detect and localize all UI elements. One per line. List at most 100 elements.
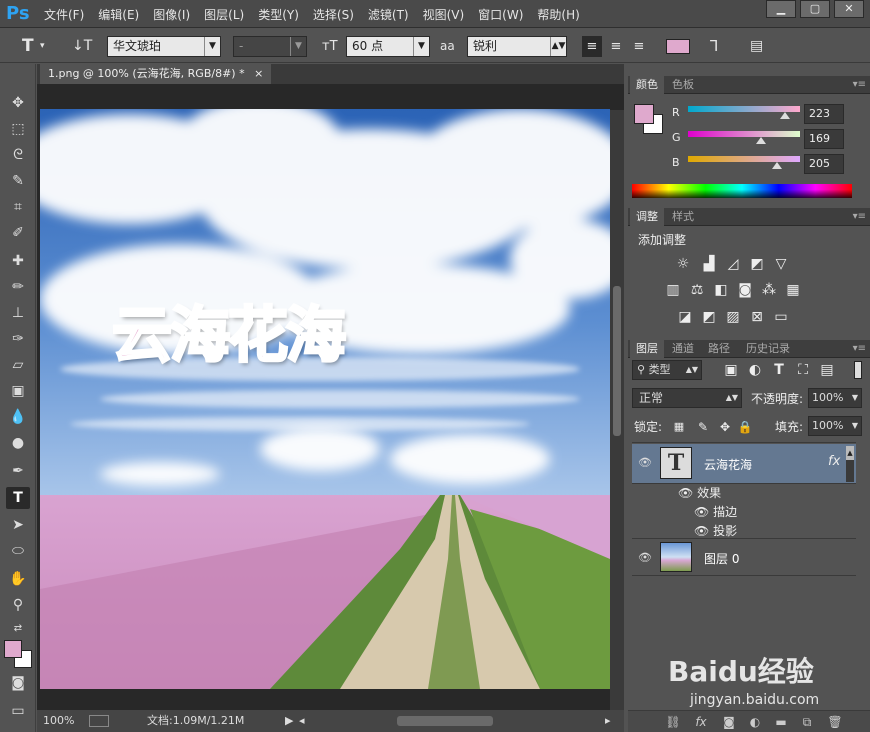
effects-row[interactable]: 👁 效果 [678,484,721,501]
ellipse-tool-icon[interactable]: ⬭ [6,540,30,562]
tab-swatches[interactable]: 色板 [666,76,700,94]
scroll-left-icon[interactable]: ◂ [299,710,305,732]
close-button[interactable]: ✕ [834,0,864,18]
menu-file[interactable]: 文件(F) [44,6,84,23]
status-arrow-icon[interactable]: ▶ [285,710,293,732]
quick-mask-icon[interactable]: ◙ [6,672,30,694]
tab-history[interactable]: 历史记录 [740,340,796,358]
layer-filter-select[interactable]: ⚲ 类型 ▲▼ [632,360,702,380]
channel-b-value[interactable]: 205 [804,154,844,174]
scroll-up-icon[interactable]: ▲ [846,446,854,460]
panel-menu-icon[interactable]: ▾≡ [853,340,866,358]
eyedropper-tool-icon[interactable]: ✐ [6,222,30,244]
channel-b-slider[interactable] [688,156,800,162]
brush-tool-icon[interactable]: ✏ [6,276,30,298]
new-layer-icon[interactable]: ⧉ [798,714,816,730]
status-icon[interactable] [89,715,109,727]
vertical-scrollbar[interactable] [610,110,624,710]
eye-icon[interactable]: 👁 [694,524,713,538]
lock-pixels-icon[interactable]: ✎ [694,419,712,435]
selective-color-icon[interactable]: ▭ [772,309,790,325]
filter-toggle[interactable] [854,361,862,379]
healing-brush-tool-icon[interactable]: ✚ [6,250,30,272]
canvas-image[interactable]: 云海花海 [40,109,610,689]
menu-type[interactable]: 类型(Y) [258,6,299,23]
threshold-icon[interactable]: ▨ [724,309,742,325]
add-mask-icon[interactable]: ◙ [720,714,738,730]
menu-select[interactable]: 选择(S) [313,6,354,23]
brightness-icon[interactable]: ☼ [674,256,692,272]
color-spectrum-ramp[interactable] [632,184,852,198]
slider-thumb[interactable] [780,112,790,119]
effect-drop-shadow-row[interactable]: 👁 投影 [694,522,737,539]
fx-icon[interactable]: fx [828,454,840,469]
blend-mode-select[interactable]: 正常 ▲▼ [632,388,742,408]
eye-icon[interactable]: 👁 [638,551,652,564]
zoom-tool-icon[interactable]: ⚲ [6,594,30,616]
type-tool-icon[interactable]: T [6,487,30,509]
canvas-area[interactable]: 云海花海 [37,84,624,710]
screen-mode-icon[interactable]: ▭ [6,700,30,722]
menu-help[interactable]: 帮助(H) [537,6,579,23]
slider-thumb[interactable] [756,137,766,144]
move-tool-icon[interactable]: ✥ [6,92,30,114]
color-lookup-icon[interactable]: ▦ [784,282,802,298]
filter-adjustment-icon[interactable]: ◐ [746,362,764,378]
slider-thumb[interactable] [772,162,782,169]
hand-tool-icon[interactable]: ✋ [6,568,30,590]
color-balance-icon[interactable]: ⚖ [688,282,706,298]
marquee-tool-icon[interactable]: ⬚ [6,118,30,140]
posterize-icon[interactable]: ◩ [700,309,718,325]
antialias-select[interactable]: 锐利 ▲▼ [467,36,567,57]
crop-tool-icon[interactable]: ⌗ [6,196,30,218]
layer-list-scrollbar[interactable]: ▲ [846,446,854,482]
history-brush-tool-icon[interactable]: ✑ [6,328,30,350]
levels-icon[interactable]: ▟ [700,256,718,272]
panel-menu-icon[interactable]: ▾≡ [853,76,866,94]
lock-transparency-icon[interactable]: ▦ [670,419,688,435]
layer-row-image[interactable]: 👁 图层 0 [632,538,856,576]
clone-stamp-tool-icon[interactable]: ⊥ [6,302,30,324]
font-style-select[interactable]: - ▼ [233,36,307,57]
channel-mixer-icon[interactable]: ⁂ [760,282,778,298]
vibrance-icon[interactable]: ▽ [772,256,790,272]
tab-color[interactable]: 颜色 [630,76,664,94]
foreground-color-swatch[interactable] [4,640,22,658]
menu-filter[interactable]: 滤镜(T) [368,6,409,23]
channel-r-value[interactable]: 223 [804,104,844,124]
filter-smart-object-icon[interactable]: ▤ [818,362,836,378]
path-selection-tool-icon[interactable]: ➤ [6,514,30,536]
zoom-level[interactable]: 100% [43,710,74,732]
eye-icon[interactable]: 👁 [678,486,697,500]
align-center-icon[interactable]: ≡ [607,36,625,57]
tab-layers[interactable]: 图层 [630,340,664,358]
hue-saturation-icon[interactable]: ▥ [664,282,682,298]
layer-row-text[interactable]: 👁 T 云海花海 fx [632,444,856,484]
delete-layer-icon[interactable]: 🗑 [826,714,844,730]
blur-tool-icon[interactable]: 💧 [6,406,30,428]
channel-g-value[interactable]: 169 [804,129,844,149]
quick-select-tool-icon[interactable]: ✎ [6,170,30,192]
black-white-icon[interactable]: ◧ [712,282,730,298]
gradient-tool-icon[interactable]: ▣ [6,380,30,402]
warp-text-icon[interactable]: Ꞁ [710,36,718,57]
menu-edit[interactable]: 编辑(E) [98,6,139,23]
eye-icon[interactable]: 👁 [694,505,713,519]
menu-image[interactable]: 图像(I) [153,6,190,23]
tab-styles[interactable]: 样式 [666,208,700,226]
lock-position-icon[interactable]: ✥ [716,419,734,435]
horizontal-scrollbar-thumb[interactable] [397,716,493,726]
filter-shape-icon[interactable]: ⛶ [794,362,812,378]
tab-adjustments[interactable]: 调整 [630,208,664,226]
effect-stroke-row[interactable]: 👁 描边 [694,503,737,520]
layer-name[interactable]: 图层 0 [704,550,739,567]
canvas-text-layer[interactable]: 云海花海 [111,287,348,374]
document-tab[interactable]: 1.png @ 100% (云海花海, RGB/8#) * × [40,64,272,84]
filter-pixel-icon[interactable]: ▣ [722,362,740,378]
pen-tool-icon[interactable]: ✒ [6,460,30,482]
panel-menu-icon[interactable]: ▾≡ [853,208,866,226]
text-color-swatch[interactable] [666,39,690,54]
filter-type-icon[interactable]: T [770,362,788,378]
align-left-icon[interactable]: ≡ [582,36,602,57]
eraser-tool-icon[interactable]: ▱ [6,354,30,376]
